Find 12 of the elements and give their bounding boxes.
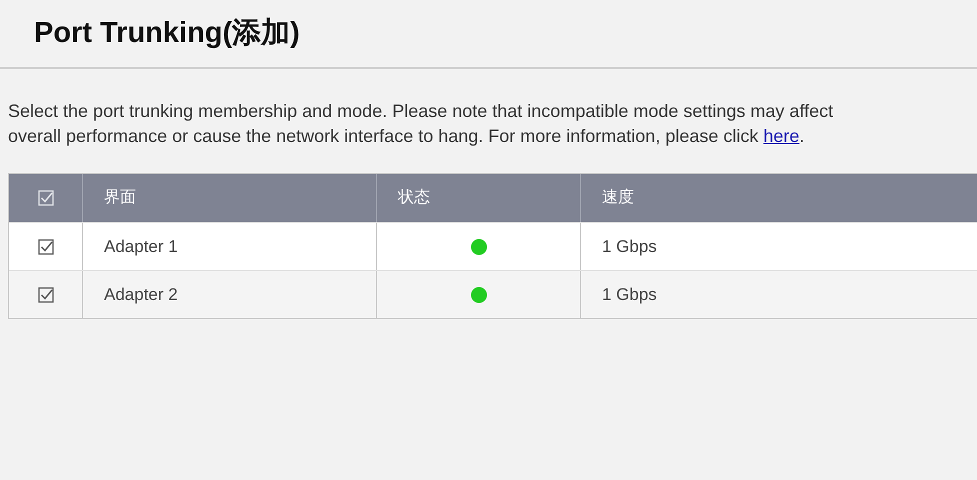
here-link[interactable]: here [763, 126, 800, 146]
table-cell-text: Adapter 1 [104, 236, 178, 258]
checkbox[interactable] [38, 238, 54, 254]
description-text: Select the port trunking membership and mode. Please note that incompatible mode settings may affect overall performance or cause the network interface to hang. For more information, please click here. [8, 100, 834, 148]
table-cell-text: 1 Gbps [602, 236, 657, 258]
table-cell-text: 1 Gbps [602, 284, 657, 306]
page-title: Port Trunking(添加) [34, 16, 300, 51]
column-header: 界面 [104, 188, 136, 208]
column-header: 状态 [398, 188, 430, 208]
checkbox[interactable] [38, 286, 54, 302]
table-cell-text: Adapter 2 [104, 284, 178, 306]
column-header: 速度 [602, 188, 634, 208]
